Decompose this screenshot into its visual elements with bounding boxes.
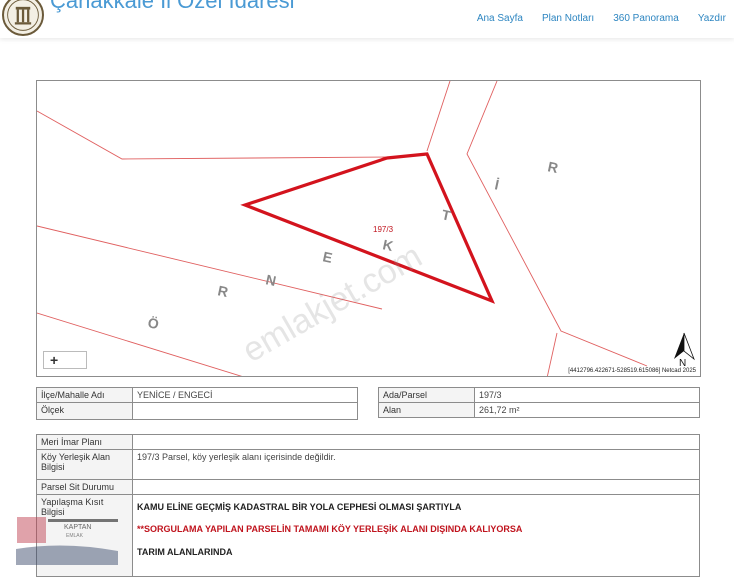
table-row: Ölçek xyxy=(36,402,358,420)
site-title: Çanakkale İl Özel İdaresi xyxy=(50,0,295,13)
table-row: Alan 261,72 m² xyxy=(378,402,700,418)
zoning-plan-label: Meri İmar Planı xyxy=(36,434,133,450)
site-logo[interactable] xyxy=(2,0,44,36)
location-info-table: İlçe/Mahalle Adı YENİCE / ENGECİ Ölçek xyxy=(36,387,358,420)
table-row: Parsel Sit Durumu xyxy=(36,479,700,495)
area-label: Alan xyxy=(378,402,475,418)
heritage-status-value xyxy=(132,479,700,495)
village-area-label: Köy Yerleşik Alan Bilgisi xyxy=(36,449,133,480)
overlay-logo-line1: KAPTAN xyxy=(64,524,92,531)
top-nav: Ana Sayfa Plan Notları 360 Panorama Yazd… xyxy=(477,13,726,24)
heritage-status-label: Parsel Sit Durumu xyxy=(36,479,133,495)
village-area-value: 197/3 Parsel, köy yerleşik alanı içerisi… xyxy=(132,449,700,480)
cadastre-line xyxy=(466,81,648,367)
block-parcel-value: 197/3 xyxy=(474,387,700,403)
area-value: 261,72 m² xyxy=(474,402,700,418)
street-letter: İ xyxy=(493,176,500,192)
nav-360-panorama[interactable]: 360 Panorama xyxy=(613,13,679,24)
table-row: Meri İmar Planı xyxy=(36,434,700,450)
cadastre-line xyxy=(426,81,451,152)
street-letter: Ö xyxy=(146,314,160,332)
scale-label: Ölçek xyxy=(36,402,133,420)
zoom-in-button[interactable]: + xyxy=(43,351,87,369)
table-row: Köy Yerleşik Alan Bilgisi 197/3 Parsel, … xyxy=(36,449,700,480)
table-row: Yapılaşma Kısıt Bilgisi KAMU ELİNE GEÇMİ… xyxy=(36,494,700,577)
block-parcel-label: Ada/Parsel xyxy=(378,387,475,403)
parcel-map[interactable]: 197/3 Ö R N E K T İ R emlakjet.com N + [… xyxy=(36,80,701,377)
north-arrow-icon: N xyxy=(674,332,695,369)
street-letter: R xyxy=(546,158,559,176)
table-row: İlçe/Mahalle Adı YENİCE / ENGECİ xyxy=(36,387,358,403)
zoning-info-table: Meri İmar Planı Köy Yerleşik Alan Bilgis… xyxy=(36,434,700,577)
columns-emblem-icon xyxy=(7,0,39,31)
street-letter: N xyxy=(264,271,277,289)
scale-value xyxy=(132,402,358,420)
nav-home[interactable]: Ana Sayfa xyxy=(477,13,523,24)
cadastre-line xyxy=(37,110,387,160)
street-letter: E xyxy=(321,248,333,266)
map-canvas[interactable]: 197/3 Ö R N E K T İ R emlakjet.com N xyxy=(37,81,701,377)
restriction-line: TARIM ALANLARINDA xyxy=(137,547,233,557)
cadastre-lines xyxy=(37,81,648,376)
site-header: Çanakkale İl Özel İdaresi Ana Sayfa Plan… xyxy=(0,0,734,38)
coordinate-readout: [4412796.422671-528519.615086] Netcad 20… xyxy=(568,368,696,374)
street-letter: R xyxy=(216,282,229,300)
district-label: İlçe/Mahalle Adı xyxy=(36,387,133,403)
street-letter: T xyxy=(440,206,452,224)
district-value: YENİCE / ENGECİ xyxy=(132,387,358,403)
zoning-plan-value xyxy=(132,434,700,450)
building-restriction-value: KAMU ELİNE GEÇMİŞ KADASTRAL BİR YOLA CEP… xyxy=(132,494,700,577)
parcel-label: 197/3 xyxy=(373,225,394,234)
restriction-line: **SORGULAMA YAPILAN PARSELİN TAMAMI KÖY … xyxy=(137,524,523,534)
restriction-line: KAMU ELİNE GEÇMİŞ KADASTRAL BİR YOLA CEP… xyxy=(137,502,462,512)
cadastre-line xyxy=(546,332,558,376)
nav-print[interactable]: Yazdır xyxy=(698,13,726,24)
table-row: Ada/Parsel 197/3 xyxy=(378,387,700,403)
parcel-info-table: Ada/Parsel 197/3 Alan 261,72 m² xyxy=(378,387,700,418)
nav-plan-notes[interactable]: Plan Notları xyxy=(542,13,594,24)
overlay-logo-line2: EMLAK xyxy=(66,533,84,539)
kaptan-emlak-overlay-logo: KAPTAN EMLAK xyxy=(16,517,118,565)
